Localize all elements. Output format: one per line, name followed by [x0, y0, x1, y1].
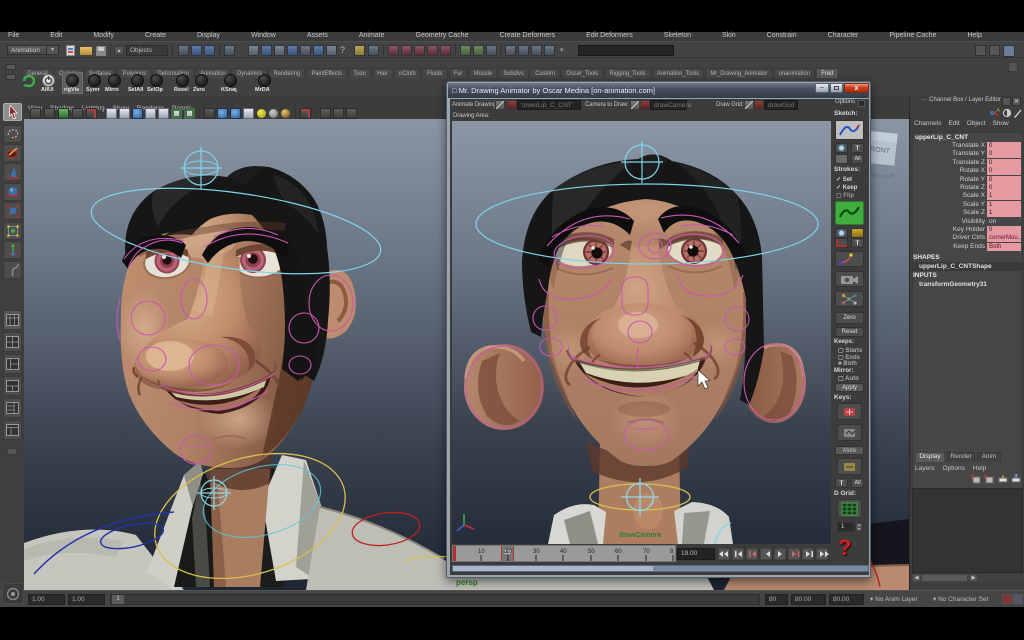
svg-text:60: 60 — [615, 549, 622, 555]
svg-text:10: 10 — [478, 549, 485, 555]
svg-text:40: 40 — [560, 549, 567, 555]
svg-text:drawCamera: drawCamera — [619, 532, 661, 539]
svg-text:70: 70 — [643, 549, 650, 555]
svg-text:persp: persp — [456, 578, 478, 587]
svg-text:8: 8 — [670, 549, 674, 555]
svg-text:20: 20 — [505, 549, 512, 555]
svg-text:50: 50 — [588, 549, 595, 555]
svg-text:30: 30 — [533, 549, 540, 555]
